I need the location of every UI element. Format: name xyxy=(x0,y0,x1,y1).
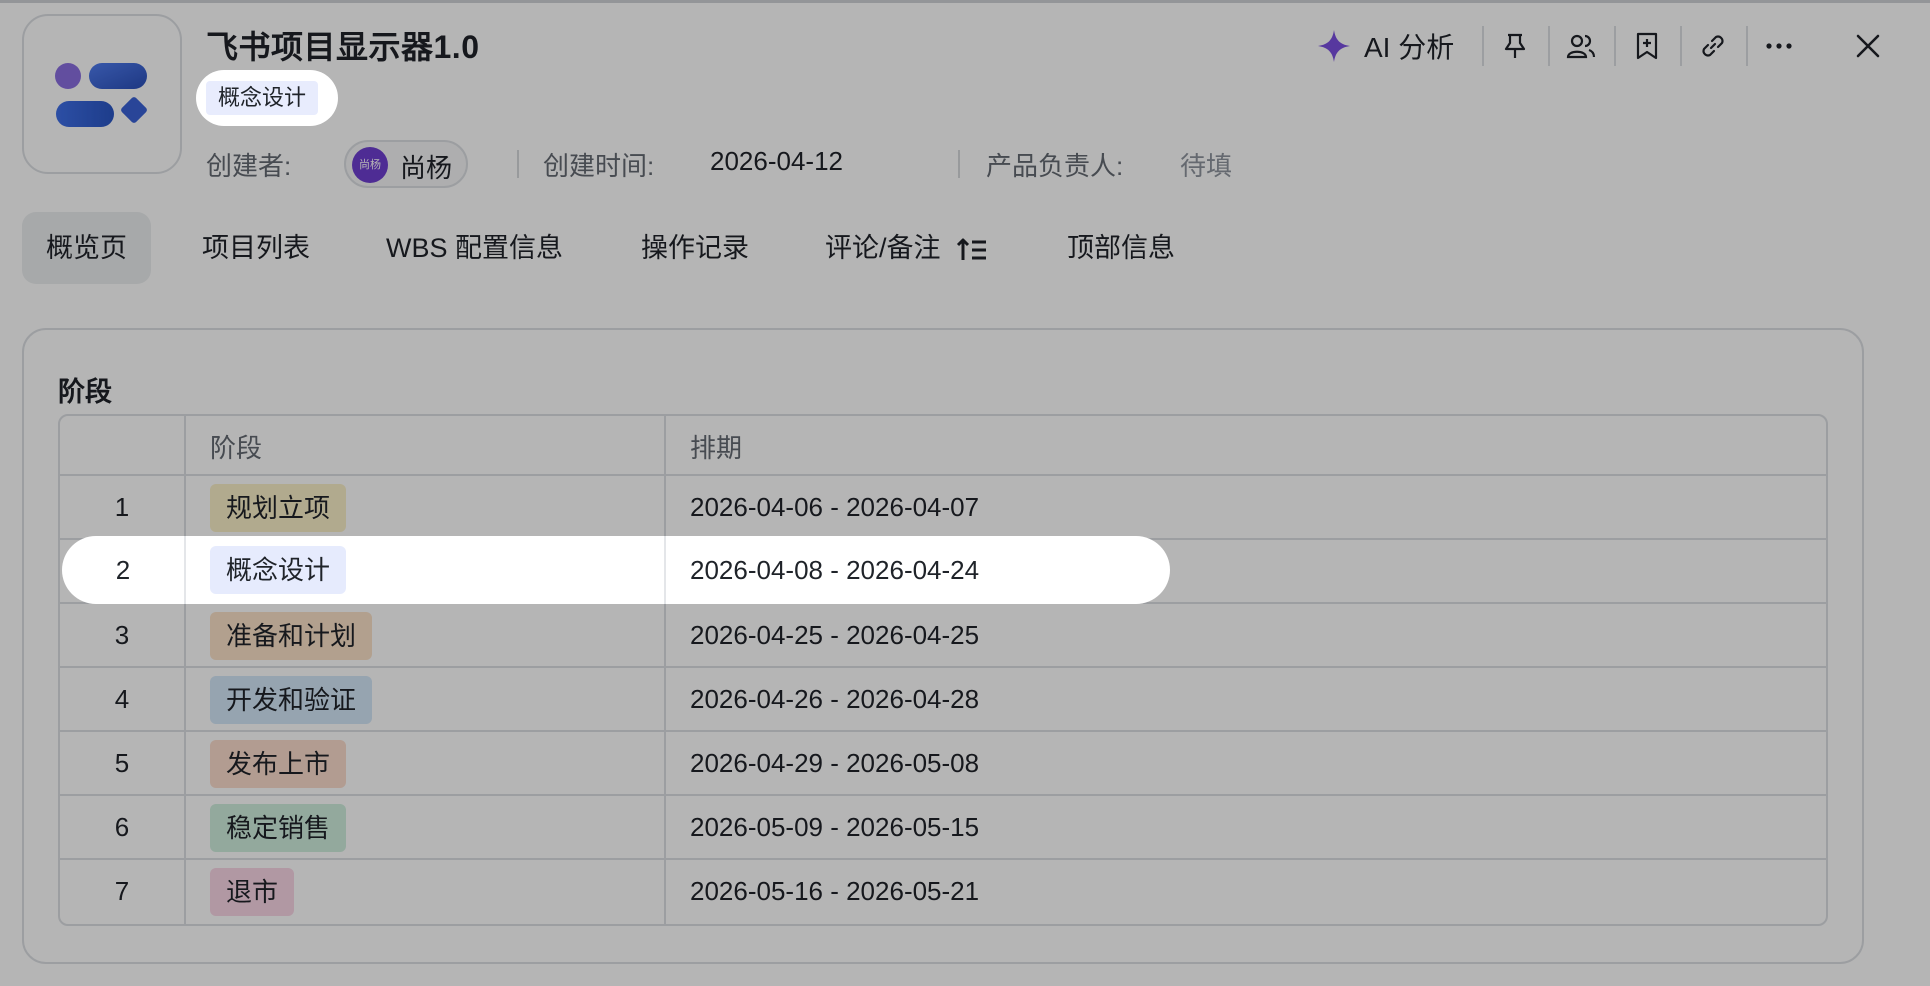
sort-icon[interactable] xyxy=(956,236,988,264)
creator-chip[interactable]: 尚杨 尚杨 xyxy=(344,140,468,188)
toolbar-divider xyxy=(1680,26,1682,66)
toolbar-divider xyxy=(1614,26,1616,66)
tab-label: 项目列表 xyxy=(202,233,310,263)
row-index: 7 xyxy=(114,876,130,906)
product-owner-value[interactable]: 待填 xyxy=(1180,146,1232,183)
schedule-range: 2026-05-16 - 2026-05-21 xyxy=(690,876,980,906)
tab-wbs-config[interactable]: WBS 配置信息 xyxy=(386,212,563,284)
section-title: 阶段 xyxy=(58,377,112,407)
link-icon[interactable] xyxy=(1693,26,1733,66)
ai-analysis-label: AI 分析 xyxy=(1364,32,1455,63)
ai-analysis-button[interactable]: AI 分析 xyxy=(1316,24,1454,68)
stage-tag[interactable]: 开发和验证 xyxy=(210,676,373,724)
meta-divider xyxy=(517,150,519,178)
stage-tag[interactable]: 概念设计 xyxy=(210,546,347,594)
toolbar-divider xyxy=(1482,26,1484,66)
top-divider xyxy=(0,0,1930,3)
row-index: 5 xyxy=(114,748,130,778)
schedule-range: 2026-05-09 - 2026-05-15 xyxy=(690,812,980,842)
project-detail-panel: 飞书项目显示器1.0 创建者: 尚杨 尚杨 创建时间: 2026-04-12 产… xyxy=(0,0,1930,986)
stage-tag[interactable]: 发布上市 xyxy=(210,740,347,788)
table-row[interactable]: 1 规划立项 2026-04-06 - 2026-04-07 xyxy=(60,476,1826,538)
row-index: 4 xyxy=(114,684,130,714)
creator-label: 创建者: xyxy=(206,151,292,181)
meta-divider xyxy=(958,150,960,178)
table-row[interactable]: 3 准备和计划 2026-04-25 - 2026-04-25 xyxy=(60,604,1826,666)
schedule-range: 2026-04-08 - 2026-04-24 xyxy=(690,555,980,585)
close-icon[interactable] xyxy=(1848,26,1888,66)
creator-name: 尚杨 xyxy=(400,153,453,183)
schedule-range: 2026-04-29 - 2026-05-08 xyxy=(690,748,980,778)
column-divider xyxy=(184,536,186,604)
toolbar-divider xyxy=(1548,26,1550,66)
tab-top-info[interactable]: 顶部信息 xyxy=(1067,212,1175,284)
stage-tag[interactable]: 概念设计 xyxy=(206,81,319,115)
tab-label: 操作记录 xyxy=(641,233,749,263)
highlighted-table-row[interactable]: 2 概念设计 2026-04-08 - 2026-04-24 xyxy=(62,536,1170,604)
avatar: 尚杨 xyxy=(352,147,388,183)
table-row[interactable]: 6 稳定销售 2026-05-09 - 2026-05-15 xyxy=(60,796,1826,858)
toolbar-divider xyxy=(1746,26,1748,66)
column-divider xyxy=(664,536,666,604)
tab-label: 概览页 xyxy=(46,233,127,263)
column-header-schedule[interactable]: 排期 xyxy=(690,428,742,465)
stage-tag[interactable]: 准备和计划 xyxy=(210,612,373,660)
tab-comments[interactable]: 评论/备注 xyxy=(825,212,988,284)
schedule-range: 2026-04-06 - 2026-04-07 xyxy=(690,492,980,522)
project-title: 飞书项目显示器1.0 xyxy=(206,29,480,65)
row-index: 3 xyxy=(114,620,130,650)
table-row[interactable]: 5 发布上市 2026-04-29 - 2026-05-08 xyxy=(60,732,1826,794)
row-index: 6 xyxy=(114,812,130,842)
sparkle-icon xyxy=(1318,30,1350,62)
bookmark-add-icon[interactable] xyxy=(1627,26,1667,66)
members-icon[interactable] xyxy=(1561,26,1601,66)
stage-tag[interactable]: 退市 xyxy=(210,868,295,916)
pin-icon[interactable] xyxy=(1495,26,1535,66)
table-row[interactable]: 7 退市 2026-05-16 - 2026-05-21 xyxy=(60,860,1826,922)
more-icon[interactable] xyxy=(1759,26,1799,66)
tab-label: 顶部信息 xyxy=(1067,233,1175,263)
table-row[interactable]: 4 开发和验证 2026-04-26 - 2026-04-28 xyxy=(60,668,1826,730)
product-owner-label: 产品负责人: xyxy=(986,151,1124,181)
row-index: 2 xyxy=(115,555,131,585)
stage-tag[interactable]: 稳定销售 xyxy=(210,804,347,852)
tab-project-list[interactable]: 项目列表 xyxy=(202,212,310,284)
schedule-range: 2026-04-25 - 2026-04-25 xyxy=(690,620,980,650)
column-header-stage[interactable]: 阶段 xyxy=(210,428,262,465)
tab-label: 评论/备注 xyxy=(825,233,941,263)
created-time-value: 2026-04-12 xyxy=(710,146,843,176)
stage-tag-highlight: 概念设计 xyxy=(196,70,338,126)
created-time-label: 创建时间: xyxy=(543,151,655,181)
schedule-range: 2026-04-26 - 2026-04-28 xyxy=(690,684,980,714)
tab-operation-log[interactable]: 操作记录 xyxy=(641,212,749,284)
row-index: 1 xyxy=(114,492,130,522)
app-logo xyxy=(22,14,182,174)
tab-overview[interactable]: 概览页 xyxy=(22,212,151,284)
tab-label: WBS 配置信息 xyxy=(386,233,564,263)
stage-tag[interactable]: 规划立项 xyxy=(210,484,347,532)
